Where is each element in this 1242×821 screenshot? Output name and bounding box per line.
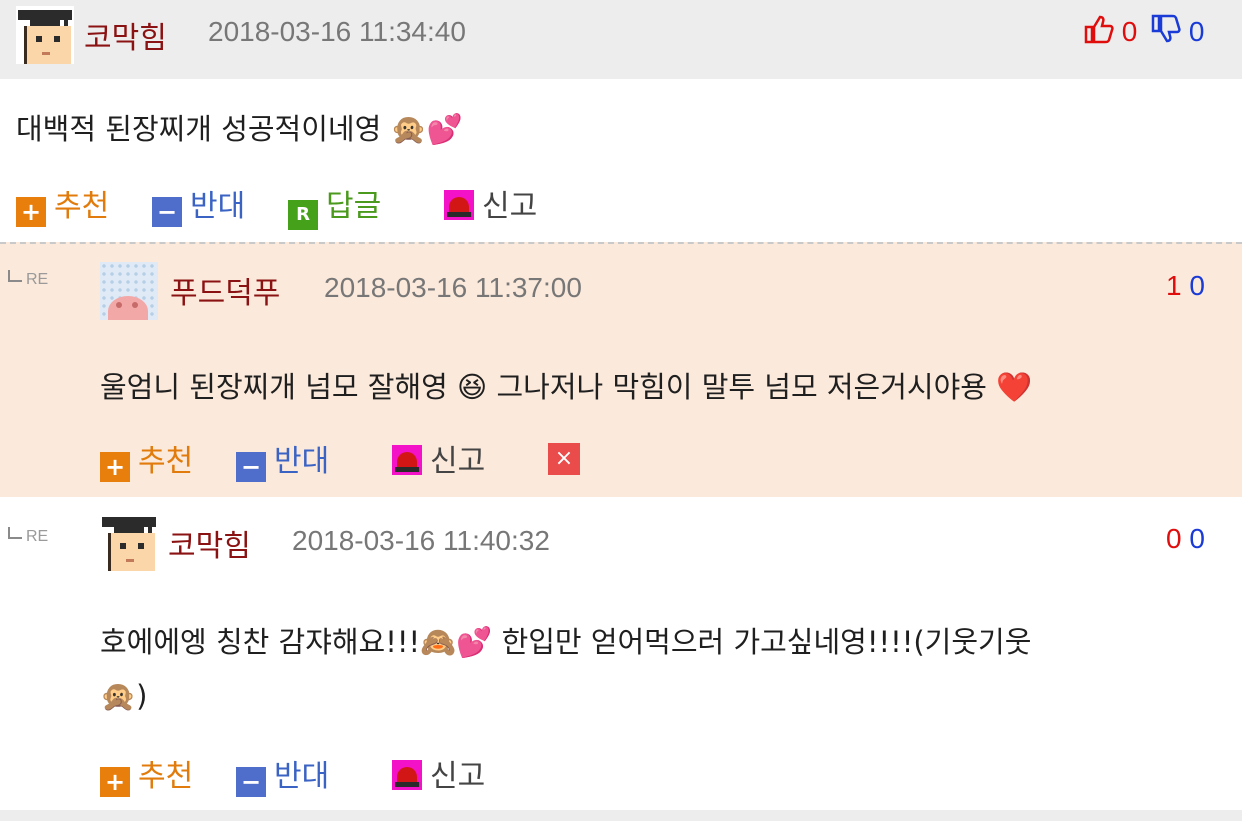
- grinning-squinting-face-icon: 😆: [457, 370, 488, 404]
- siren-icon: [392, 445, 422, 475]
- minus-icon: −: [152, 197, 182, 227]
- comment-author[interactable]: 코막힘: [168, 521, 251, 565]
- reply-icon: R: [288, 200, 318, 230]
- oppose-label: 반대: [190, 189, 246, 224]
- comment-date: 2018-03-16 11:34:40: [208, 16, 466, 47]
- comment-text: 호에에엥 칭찬 감쟈해요!!!: [100, 625, 421, 659]
- oppose-button[interactable]: − 반대: [152, 181, 245, 227]
- report-label: 신고: [430, 759, 486, 794]
- see-no-evil-monkey-icon: 🙊: [390, 112, 427, 146]
- comment-body: 대백적 된장찌개 성공적이네영 🙊💕: [16, 106, 463, 148]
- comment-text: 그나저나 막힘이 말투 넘모 저은거시야용: [496, 370, 987, 404]
- reply-arrow-icon: [8, 270, 22, 282]
- oppose-button[interactable]: − 반대: [236, 436, 329, 482]
- oppose-label: 반대: [274, 444, 330, 479]
- comment-author[interactable]: 푸드덕푸: [170, 268, 280, 312]
- report-button[interactable]: 신고: [444, 181, 537, 225]
- plus-icon: +: [100, 767, 130, 797]
- oppose-label: 반대: [274, 759, 330, 794]
- recommend-button[interactable]: + 추천: [100, 751, 193, 797]
- reply-label: 답글: [326, 189, 382, 224]
- reply-indicator: RE: [8, 527, 48, 546]
- vote-counts: 1 0: [1166, 270, 1205, 302]
- siren-icon: [392, 760, 422, 790]
- vote-counts: 0 0: [1084, 14, 1205, 48]
- minus-icon: −: [236, 452, 266, 482]
- comment-text: 한입만 얻어먹으러 가고싶네영!!!!(기웃기웃: [501, 625, 1032, 659]
- dislike-count: 0: [1189, 270, 1205, 301]
- divider: [0, 810, 1242, 821]
- like-count: 0: [1166, 523, 1182, 554]
- thumbs-up-icon[interactable]: [1084, 14, 1114, 44]
- comment-author[interactable]: 코막힘: [84, 13, 167, 57]
- avatar[interactable]: [100, 513, 158, 571]
- recommend-label: 추천: [54, 189, 110, 224]
- two-hearts-icon: 💕: [456, 625, 493, 659]
- reply-indicator: RE: [8, 270, 48, 289]
- recommend-label: 추천: [138, 444, 194, 479]
- vote-counts: 0 0: [1166, 523, 1205, 555]
- comment-header: 코막힘 2018-03-16 11:34:40 0 0: [0, 0, 1242, 79]
- like-count: 0: [1121, 16, 1138, 47]
- comment-text: 울엄니 된장찌개 넘모 잘해영: [100, 370, 448, 404]
- plus-icon: +: [100, 452, 130, 482]
- delete-button[interactable]: ×: [548, 443, 580, 475]
- report-button[interactable]: 신고: [392, 436, 485, 480]
- thumbs-down-icon[interactable]: [1151, 14, 1181, 44]
- plus-icon: +: [16, 197, 46, 227]
- avatar[interactable]: [16, 6, 74, 64]
- comment-date: 2018-03-16 11:40:32: [292, 525, 550, 556]
- recommend-button[interactable]: + 추천: [100, 436, 193, 482]
- report-label: 신고: [430, 444, 486, 479]
- dislike-count: 0: [1188, 16, 1205, 47]
- comment-thread: 코막힘 2018-03-16 11:34:40 0 0 대백적 된장찌개 성공적…: [0, 0, 1242, 821]
- minus-icon: −: [236, 767, 266, 797]
- see-no-evil-monkey-icon: 🙈: [420, 625, 457, 659]
- comment-body: 울엄니 된장찌개 넘모 잘해영 😆 그나저나 막힘이 말투 넘모 저은거시야용 …: [100, 364, 1032, 406]
- comment-body-line2: 🙊): [100, 679, 147, 714]
- avatar[interactable]: [100, 262, 158, 320]
- oppose-button[interactable]: − 반대: [236, 751, 329, 797]
- speak-no-evil-monkey-icon: 🙊: [100, 679, 137, 713]
- siren-icon: [444, 190, 474, 220]
- comment-date: 2018-03-16 11:37:00: [324, 272, 582, 303]
- reply-comment: RE 푸드덕푸 2018-03-16 11:37:00 1 0 울엄니 된장찌개…: [0, 242, 1242, 499]
- comment-text: ): [136, 679, 148, 713]
- comment-text: 대백적 된장찌개 성공적이네영: [16, 112, 382, 146]
- reply-button[interactable]: R 답글: [288, 181, 381, 230]
- red-heart-icon: ❤️: [996, 370, 1033, 404]
- report-button[interactable]: 신고: [392, 751, 485, 795]
- report-label: 신고: [482, 189, 538, 224]
- dislike-count: 0: [1189, 523, 1205, 554]
- reply-comment: RE 코막힘 2018-03-16 11:40:32 0 0 호에에엥 칭찬 감…: [0, 497, 1242, 810]
- reply-arrow-icon: [8, 527, 22, 539]
- recommend-button[interactable]: + 추천: [16, 181, 109, 227]
- comment-body: 호에에엥 칭찬 감쟈해요!!!🙈💕 한입만 얻어먹으러 가고싶네영!!!!(기웃…: [100, 619, 1031, 661]
- like-count: 1: [1166, 270, 1182, 301]
- two-hearts-icon: 💕: [426, 112, 463, 146]
- recommend-label: 추천: [138, 759, 194, 794]
